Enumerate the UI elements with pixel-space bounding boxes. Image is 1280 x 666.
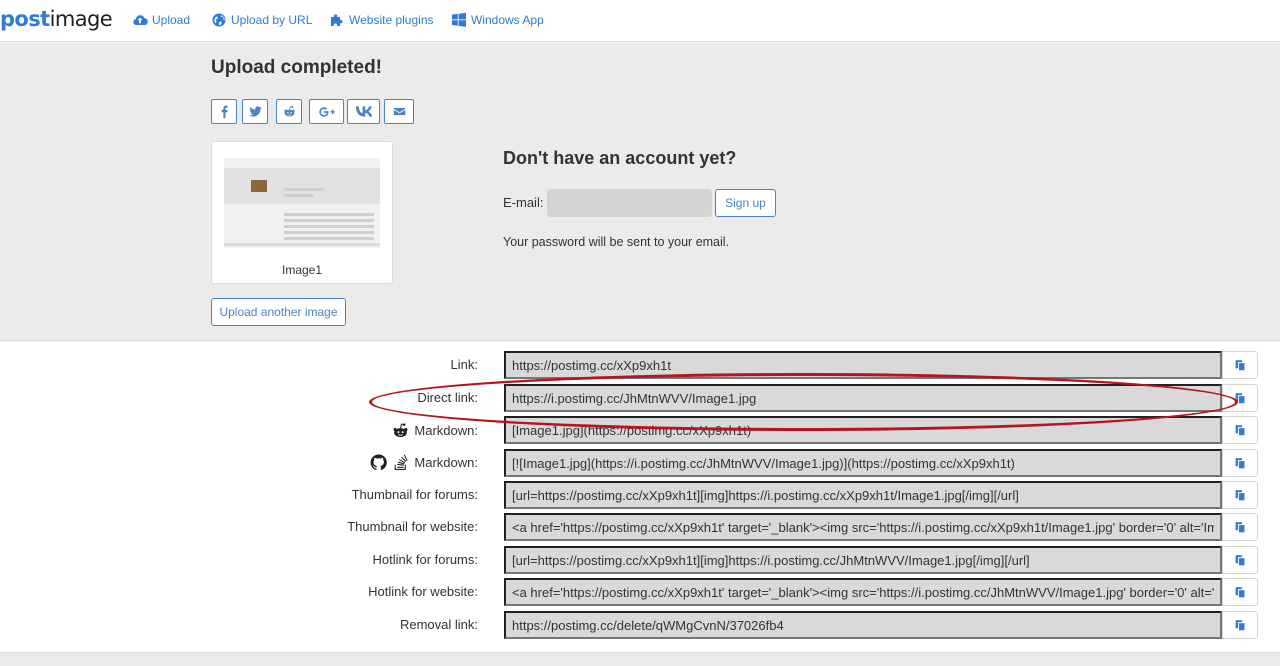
image-thumbnail-card[interactable]: Image1 xyxy=(211,141,393,284)
copy-icon xyxy=(1235,424,1245,436)
copy-icon xyxy=(1235,457,1245,469)
copy-direct-link-button[interactable] xyxy=(1222,384,1258,412)
twitter-icon xyxy=(248,106,262,117)
nav-website-plugins-label: Website plugins xyxy=(349,13,434,27)
thumbnail-website-label: Thumbnail for website: xyxy=(347,519,478,534)
nav-upload-by-url-link[interactable]: Upload by URL xyxy=(211,12,312,28)
link-label: Link: xyxy=(450,357,478,372)
cloud-upload-icon xyxy=(133,15,148,26)
copy-icon xyxy=(1235,359,1245,371)
envelope-icon xyxy=(393,107,405,116)
account-signup-title: Don't have an account yet? xyxy=(503,148,737,168)
markdown-reddit-field[interactable] xyxy=(504,416,1222,444)
nav-upload-label: Upload xyxy=(152,13,191,27)
direct-link-label: Direct link: xyxy=(417,390,478,405)
facebook-icon xyxy=(221,105,228,118)
copy-icon xyxy=(1235,619,1245,631)
upload-another-image-button[interactable]: Upload another image xyxy=(211,298,346,326)
copy-hotlink-website-button[interactable] xyxy=(1222,578,1258,606)
hotlink-forums-label: Hotlink for forums: xyxy=(372,552,478,567)
share-reddit-button[interactable] xyxy=(276,99,302,124)
copy-markdown-reddit-button[interactable] xyxy=(1222,416,1258,444)
github-icon xyxy=(370,454,388,471)
password-note: Your password will be sent to your email… xyxy=(503,235,730,249)
share-twitter-button[interactable] xyxy=(242,99,268,124)
copy-icon xyxy=(1235,392,1245,404)
nav-website-plugins-link[interactable]: Website plugins xyxy=(329,12,434,28)
globe-icon xyxy=(212,13,226,27)
reddit-icon xyxy=(283,106,295,117)
copy-thumbnail-website-button[interactable] xyxy=(1222,513,1258,541)
reddit-icon xyxy=(394,423,408,438)
copy-icon xyxy=(1235,586,1245,598)
puzzle-icon xyxy=(331,14,343,26)
upload-completed-heading: Upload completed! xyxy=(211,57,383,78)
image-thumbnail[interactable] xyxy=(224,158,380,248)
markdown-github-label: Markdown: xyxy=(370,454,478,471)
copy-hotlink-forums-button[interactable] xyxy=(1222,546,1258,574)
thumbnail-website-field[interactable] xyxy=(504,513,1222,541)
copy-icon xyxy=(1235,521,1245,533)
footer-strip xyxy=(0,652,1280,666)
nav-windows-app-label: Windows App xyxy=(471,13,544,27)
share-facebook-button[interactable] xyxy=(211,99,237,124)
thumbnail-forums-label: Thumbnail for forums: xyxy=(351,487,478,502)
copy-thumbnail-forums-button[interactable] xyxy=(1222,481,1258,509)
copy-icon xyxy=(1235,554,1245,566)
markdown-github-field[interactable] xyxy=(504,449,1222,477)
link-field[interactable] xyxy=(504,351,1222,379)
hotlink-website-label: Hotlink for website: xyxy=(368,584,478,599)
nav-upload-by-url-label: Upload by URL xyxy=(231,13,313,27)
nav-windows-app-link[interactable]: Windows App xyxy=(451,12,544,28)
copy-link-button[interactable] xyxy=(1222,351,1258,379)
markdown-reddit-label: Markdown: xyxy=(392,422,478,439)
top-navbar: postimage Upload Upload by URL Website p… xyxy=(0,0,1280,42)
hotlink-forums-field[interactable] xyxy=(504,546,1222,574)
copy-icon xyxy=(1235,489,1245,501)
removal-link-field[interactable] xyxy=(504,611,1222,639)
hotlink-website-field[interactable] xyxy=(504,578,1222,606)
nav-upload-link[interactable]: Upload xyxy=(132,12,190,28)
removal-link-label: Removal link: xyxy=(399,617,478,632)
copy-removal-link-button[interactable] xyxy=(1222,611,1258,639)
share-vk-button[interactable] xyxy=(347,99,380,124)
copy-markdown-github-button[interactable] xyxy=(1222,449,1258,477)
share-google-plus-button[interactable] xyxy=(309,99,344,124)
direct-link-field[interactable] xyxy=(504,384,1222,412)
postimage-logo[interactable]: postimage xyxy=(0,7,113,31)
email-label: E-mail: xyxy=(503,195,544,210)
vk-icon xyxy=(355,106,372,117)
thumbnail-caption: Image1 xyxy=(281,263,323,277)
google-plus-icon xyxy=(318,106,335,117)
sign-up-button[interactable]: Sign up xyxy=(715,189,776,217)
thumbnail-forums-field[interactable] xyxy=(504,481,1222,509)
email-input[interactable] xyxy=(547,189,712,217)
windows-icon xyxy=(452,12,466,27)
share-email-button[interactable] xyxy=(384,99,414,124)
stackoverflow-icon xyxy=(395,454,409,470)
